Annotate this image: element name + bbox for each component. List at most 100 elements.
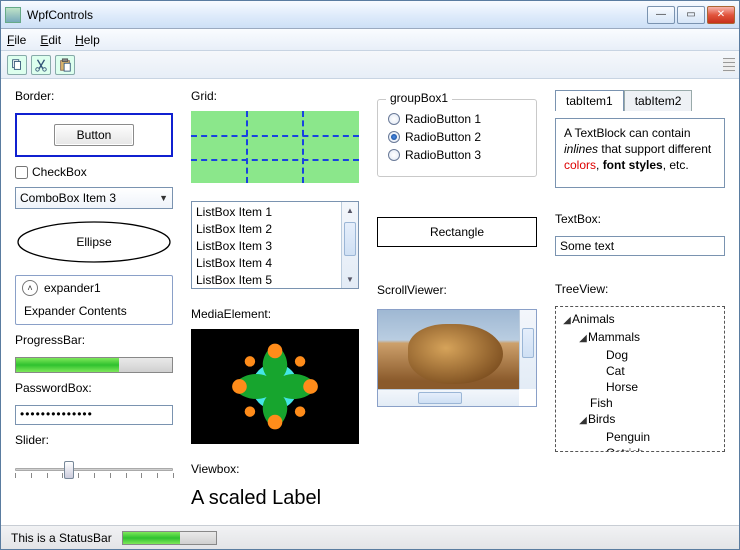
- combobox-selection: ComboBox Item 3: [20, 191, 116, 205]
- tree-item[interactable]: Cat: [606, 364, 625, 378]
- scrollviewer[interactable]: [377, 309, 537, 407]
- chevron-up-icon: ˄: [22, 280, 38, 296]
- window-title: WpfControls: [27, 8, 647, 22]
- tree-item[interactable]: Horse: [606, 380, 638, 394]
- tree-toggle-icon[interactable]: ◢: [562, 313, 572, 329]
- tree-toggle-icon[interactable]: ◢: [578, 413, 588, 429]
- dog-image: [408, 324, 503, 384]
- scroll-down-icon[interactable]: ▼: [342, 271, 358, 288]
- scrollviewer-image: [378, 310, 519, 389]
- radiobutton-2[interactable]: RadioButton 2: [388, 130, 526, 144]
- rectangle-label: Rectangle: [430, 225, 484, 239]
- menu-file[interactable]: File: [7, 33, 26, 47]
- expander-title: expander1: [44, 281, 101, 295]
- checkbox[interactable]: CheckBox: [15, 165, 173, 179]
- ellipse: Ellipse: [15, 217, 173, 267]
- listbox[interactable]: ListBox Item 1 ListBox Item 2 ListBox It…: [191, 201, 359, 289]
- vertical-scrollbar[interactable]: [519, 310, 536, 389]
- tab-strip: tabItem1 tabItem2: [555, 89, 725, 110]
- passwordbox[interactable]: ••••••••••••••: [15, 405, 173, 425]
- tree-item[interactable]: Animals: [572, 312, 615, 326]
- expander: ˄ expander1 Expander Contents: [15, 275, 173, 325]
- radio-icon: [388, 113, 400, 125]
- toolbar: [1, 51, 739, 79]
- viewbox: A scaled Label: [191, 484, 359, 510]
- border-control: Button: [15, 113, 173, 157]
- combobox[interactable]: ComboBox Item 3 ▼: [15, 187, 173, 209]
- copy-icon[interactable]: [7, 55, 27, 75]
- slider-label: Slider:: [15, 433, 173, 447]
- radio-icon: [388, 149, 400, 161]
- close-button[interactable]: ✕: [707, 6, 735, 24]
- minimize-button[interactable]: —: [647, 6, 675, 24]
- media-label: MediaElement:: [191, 307, 359, 321]
- slider[interactable]: [15, 457, 173, 481]
- listbox-scrollbar[interactable]: ▲ ▼: [341, 202, 358, 288]
- statusbar-progressbar: [122, 531, 217, 545]
- tab-item-1[interactable]: tabItem1: [555, 90, 624, 111]
- grid-label: Grid:: [191, 89, 359, 103]
- menubar: File Edit Help: [1, 29, 739, 51]
- chevron-down-icon: ▼: [159, 193, 168, 203]
- groupbox-legend: groupBox1: [386, 91, 452, 105]
- horizontal-scrollbar[interactable]: [378, 389, 519, 406]
- scrollbar-thumb[interactable]: [344, 222, 356, 256]
- tree-item[interactable]: Ostrich: [606, 446, 644, 452]
- progressbar-fill: [16, 358, 119, 372]
- scrollviewer-label: ScrollViewer:: [377, 283, 537, 297]
- treeview-label: TreeView:: [555, 282, 725, 296]
- checkbox-input[interactable]: [15, 166, 28, 179]
- cut-icon[interactable]: [31, 55, 51, 75]
- scroll-up-icon[interactable]: ▲: [342, 202, 358, 219]
- client-area: Border: Button CheckBox ComboBox Item 3 …: [1, 79, 739, 525]
- tree-toggle-icon[interactable]: ◢: [578, 331, 588, 347]
- button[interactable]: Button: [54, 124, 135, 146]
- scrollbar-thumb[interactable]: [522, 328, 534, 358]
- statusbar: This is a StatusBar: [1, 525, 739, 549]
- tab-item-2[interactable]: tabItem2: [624, 90, 693, 111]
- window: WpfControls — ▭ ✕ File Edit Help Border:…: [0, 0, 740, 550]
- treeview[interactable]: ◢Animals ◢Mammals Dog Cat Horse Fish ◢Bi…: [555, 306, 725, 452]
- tree-item[interactable]: Mammals: [588, 330, 640, 344]
- progress-label: ProgressBar:: [15, 333, 173, 347]
- expander-content: Expander Contents: [22, 296, 166, 320]
- expander-header[interactable]: ˄ expander1: [22, 280, 166, 296]
- grid-control: [191, 111, 359, 183]
- list-item[interactable]: ListBox Item 1: [196, 204, 354, 221]
- border-label: Border:: [15, 89, 173, 103]
- tree-item[interactable]: Fish: [590, 396, 613, 410]
- tree-item[interactable]: Birds: [588, 412, 615, 426]
- paste-icon[interactable]: [55, 55, 75, 75]
- groupbox: groupBox1 RadioButton 1 RadioButton 2 Ra…: [377, 99, 537, 177]
- tree-item[interactable]: Dog: [606, 348, 628, 362]
- scrollbar-thumb[interactable]: [418, 392, 462, 404]
- progressbar: [15, 357, 173, 373]
- list-item[interactable]: ListBox Item 2: [196, 221, 354, 238]
- radiobutton-1[interactable]: RadioButton 1: [388, 112, 526, 126]
- list-item[interactable]: ListBox Item 3: [196, 238, 354, 255]
- statusbar-text: This is a StatusBar: [11, 531, 112, 545]
- list-item[interactable]: ListBox Item 5: [196, 272, 354, 289]
- menu-edit[interactable]: Edit: [40, 33, 61, 47]
- maximize-button[interactable]: ▭: [677, 6, 705, 24]
- slider-ticks: [15, 473, 173, 479]
- checkbox-label: CheckBox: [32, 165, 87, 179]
- mediaelement: [191, 329, 359, 444]
- titlebar[interactable]: WpfControls — ▭ ✕: [1, 1, 739, 29]
- toolbar-grip[interactable]: [723, 58, 735, 72]
- statusbar-progressbar-fill: [123, 532, 181, 544]
- textblock: A TextBlock can contain inlines that sup…: [555, 118, 725, 188]
- viewbox-label: Viewbox:: [191, 462, 359, 476]
- list-item[interactable]: ListBox Item 4: [196, 255, 354, 272]
- tree-item[interactable]: Penguin: [606, 430, 650, 444]
- rectangle: Rectangle: [377, 217, 537, 247]
- textbox[interactable]: [555, 236, 725, 256]
- radio-icon: [388, 131, 400, 143]
- ellipse-label: Ellipse: [76, 235, 111, 249]
- menu-help[interactable]: Help: [75, 33, 100, 47]
- textbox-label: TextBox:: [555, 212, 725, 226]
- radiobutton-3[interactable]: RadioButton 3: [388, 148, 526, 162]
- app-icon: [5, 7, 21, 23]
- password-label: PasswordBox:: [15, 381, 173, 395]
- slider-thumb[interactable]: [64, 461, 74, 479]
